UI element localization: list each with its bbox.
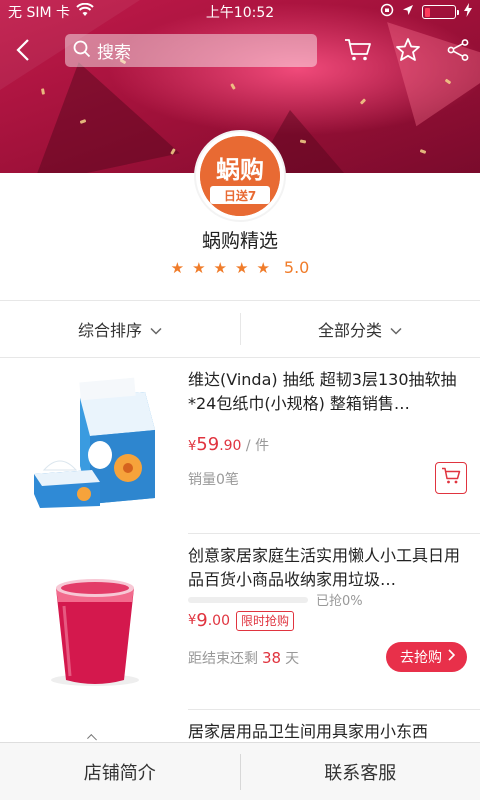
search-placeholder: 搜索 (97, 43, 131, 63)
flash-sale-badge: 限时抢购 (236, 610, 295, 631)
star-icon[interactable] (392, 34, 424, 66)
countdown-prefix: 距结束还剩 (188, 651, 258, 667)
price-decimal: .00 (207, 612, 230, 629)
product-image (20, 546, 170, 696)
confetti (230, 83, 236, 90)
price-unit: / 件 (241, 438, 270, 454)
price-integer: 9 (196, 610, 208, 631)
store-name: 蜗购精选 (201, 230, 278, 252)
countdown: 距结束还剩 38 天 (188, 648, 299, 668)
sale-progress: 已抢0% (188, 590, 363, 609)
category-label: 全部分类 (317, 321, 382, 340)
star-rating-icon: ★ (256, 258, 270, 277)
product-price: ¥9.00 限时抢购 (188, 610, 295, 631)
product-title: 维达(Vinda) 抽纸 超韧3层130抽软抽*24包纸巾(小规格) 整箱销售… (188, 370, 457, 413)
search-icon (73, 40, 91, 62)
bottom-bar: 店铺简介 联系客服 (0, 742, 480, 800)
chevron-down-icon (390, 320, 402, 339)
countdown-unit: 天 (285, 651, 300, 667)
filter-bar: 综合排序 全部分类 (0, 301, 480, 357)
price-decimal: .90 (219, 438, 242, 454)
price-integer: 59 (196, 434, 220, 455)
store-logo: 蜗购 日送7 (194, 130, 286, 222)
grab-button-label: 去抢购 (400, 650, 442, 666)
battery-icon (422, 5, 459, 19)
cart-icon[interactable] (342, 34, 374, 66)
product-item[interactable]: 居家居用品卫生间用具家用小东西 (0, 710, 480, 742)
store-intro-button[interactable]: 店铺简介 (0, 743, 240, 800)
star-rating-icon: ★ (170, 258, 185, 277)
category-dropdown[interactable]: 全部分类 (240, 301, 480, 357)
chevron-down-icon (150, 320, 162, 339)
store-rating: ★ ★ ★ ★ ★ 5.0 (0, 258, 480, 277)
chevron-right-icon (448, 649, 456, 665)
contact-service-button[interactable]: 联系客服 (241, 743, 480, 800)
share-icon[interactable] (442, 34, 474, 66)
product-price: ¥59.90 / 件 (188, 434, 269, 455)
confetti (419, 149, 427, 154)
status-time: 上午10:52 (205, 5, 275, 21)
product-image (87, 734, 97, 742)
grab-deal-button[interactable]: 去抢购 (386, 642, 467, 672)
divider (240, 313, 241, 345)
product-item[interactable]: 维达(Vinda) 抽纸 超韧3层130抽软抽*24包纸巾(小规格) 整箱销售…… (0, 358, 480, 533)
star-rating-icon: ★ (192, 258, 206, 277)
product-item[interactable]: 创意家居家庭生活实用懒人小工具日用品百货小商品收纳家用垃圾… 已抢0% ¥9.0… (0, 534, 480, 709)
top-nav: 搜索 (0, 30, 480, 70)
rating-value: 5.0 (283, 258, 310, 277)
sort-label: 综合排序 (77, 321, 142, 340)
sales-count: 销量0笔 (188, 472, 239, 488)
product-title: 居家居用品卫生间用具家用小东西 (188, 722, 429, 741)
logo-text: 蜗购 (216, 156, 264, 184)
logo-subtext: 日送7 (224, 188, 256, 203)
sort-dropdown[interactable]: 综合排序 (0, 301, 240, 357)
progress-text: 已抢0% (316, 594, 363, 609)
cart-icon (441, 467, 461, 489)
back-icon[interactable] (0, 30, 46, 70)
progress-bar (188, 596, 308, 603)
product-image (20, 370, 170, 520)
price-symbol: ¥ (188, 613, 197, 628)
star-rating-icon: ★ (213, 258, 227, 277)
product-title: 创意家居家庭生活实用懒人小工具日用品百货小商品收纳家用垃圾… (188, 546, 461, 589)
search-input[interactable]: 搜索 (65, 34, 317, 67)
status-bar: 无 SIM 卡 上午10:52 (0, 0, 480, 24)
star-rating-icon: ★ (235, 258, 249, 277)
countdown-days: 38 (262, 649, 282, 667)
add-to-cart-button[interactable] (435, 462, 467, 494)
